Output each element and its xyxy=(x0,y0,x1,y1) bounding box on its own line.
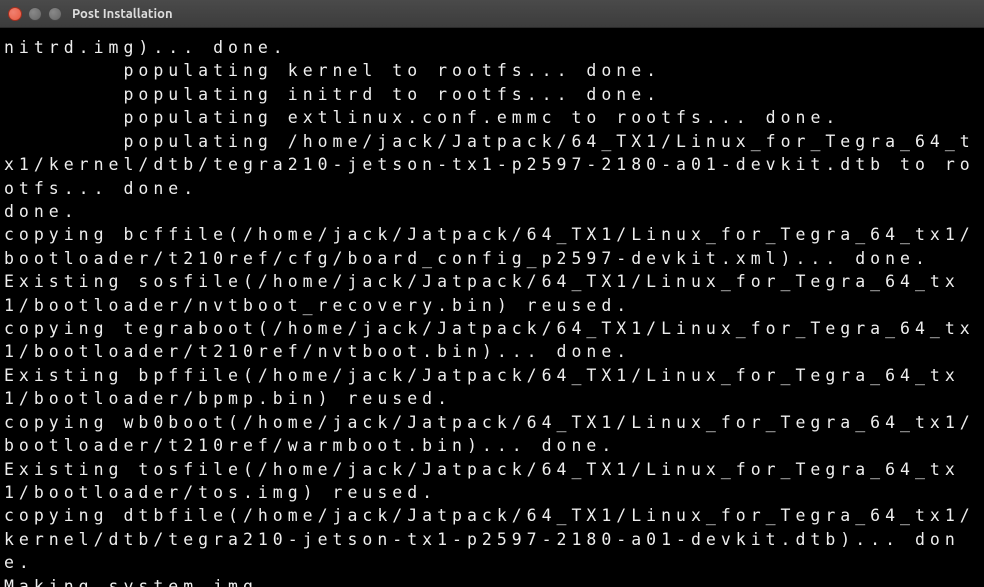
terminal-line: populating extlinux.conf.emmc to rootfs.… xyxy=(4,108,840,127)
terminal-line: populating /home/jack/Jatpack/64_TX1/Lin… xyxy=(4,132,975,198)
terminal-line: Making system.img... xyxy=(4,577,303,587)
terminal-line: Existing tosfile(/home/jack/Jatpack/64_T… xyxy=(4,460,960,502)
window-controls xyxy=(8,7,62,21)
minimize-icon[interactable] xyxy=(28,7,42,21)
terminal-line: done. xyxy=(4,202,79,221)
maximize-icon[interactable] xyxy=(48,7,62,21)
terminal-line: Existing sosfile(/home/jack/Jatpack/64_T… xyxy=(4,272,960,314)
terminal-line: nitrd.img)... done. xyxy=(4,38,288,57)
terminal-line: populating initrd to rootfs... done. xyxy=(4,85,661,104)
terminal-line: copying bcffile(/home/jack/Jatpack/64_TX… xyxy=(4,225,975,267)
terminal-line: copying dtbfile(/home/jack/Jatpack/64_TX… xyxy=(4,506,975,572)
window-title: Post Installation xyxy=(72,7,173,21)
terminal-line: copying wb0boot(/home/jack/Jatpack/64_TX… xyxy=(4,413,975,455)
window-titlebar: Post Installation xyxy=(0,0,984,28)
terminal-line: populating kernel to rootfs... done. xyxy=(4,61,661,80)
terminal-line: Existing bpffile(/home/jack/Jatpack/64_T… xyxy=(4,366,960,408)
terminal-line: copying tegraboot(/home/jack/Jatpack/64_… xyxy=(4,319,975,361)
close-icon[interactable] xyxy=(8,7,22,21)
terminal-output[interactable]: nitrd.img)... done. populating kernel to… xyxy=(0,28,984,587)
